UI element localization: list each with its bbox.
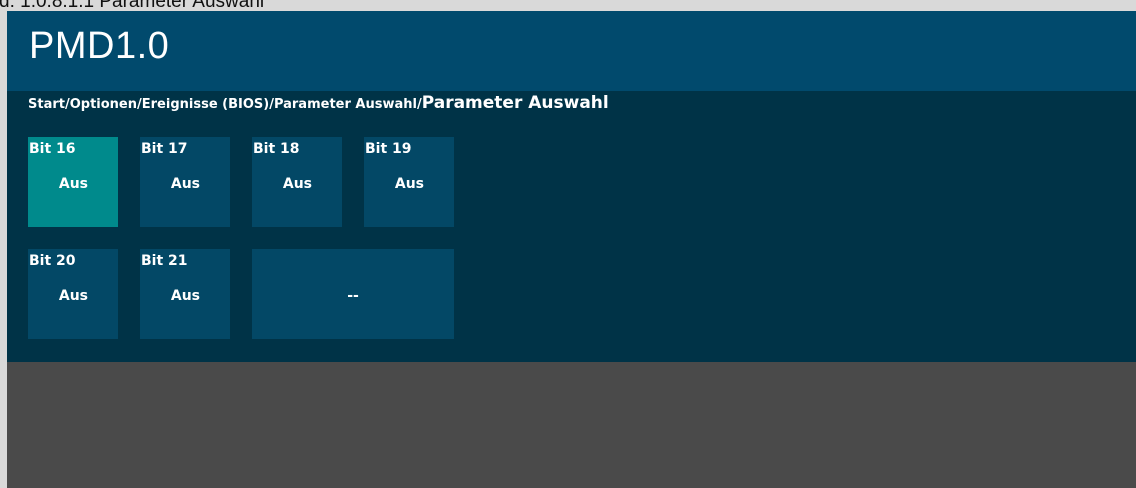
app-title: PMD1.0 [29, 25, 170, 67]
figure-caption: bild: 1.0.8.1.1 Parameter Auswahl [0, 0, 265, 12]
tile-label: Bit 19 [365, 141, 412, 157]
breadcrumb-current: Parameter Auswahl [421, 93, 609, 113]
tile-label: Bit 17 [141, 141, 188, 157]
tile-bit-17[interactable]: Bit 17 Aus [140, 137, 230, 227]
breadcrumb-path[interactable]: Start/Optionen/Ereignisse (BIOS)/Paramet… [28, 97, 422, 112]
tile-bit-16[interactable]: Bit 16 Aus [28, 137, 118, 227]
tile-bit-20[interactable]: Bit 20 Aus [28, 249, 118, 339]
tile-bit-18[interactable]: Bit 18 Aus [252, 137, 342, 227]
tile-bit-19[interactable]: Bit 19 Aus [364, 137, 454, 227]
tile-label: Bit 20 [29, 253, 76, 269]
tile-value: Aus [58, 288, 88, 304]
tile-label: Bit 16 [29, 141, 76, 157]
tile-value: Aus [170, 176, 200, 192]
tile-value: Aus [170, 288, 200, 304]
tile-value: Aus [282, 176, 312, 192]
tile-bit-21[interactable]: Bit 21 Aus [140, 249, 230, 339]
tile-empty[interactable]: -- [252, 249, 454, 339]
tile-label: Bit 21 [141, 253, 188, 269]
main-panel: Start/Optionen/Ereignisse (BIOS)/Paramet… [7, 91, 1136, 362]
bottom-area [7, 362, 1136, 488]
tile-value: Aus [394, 176, 424, 192]
tile-value: -- [347, 288, 359, 304]
app-header: PMD1.0 [7, 11, 1136, 91]
breadcrumb: Start/Optionen/Ereignisse (BIOS)/Paramet… [28, 93, 609, 113]
tile-label: Bit 18 [253, 141, 300, 157]
tile-value: Aus [58, 176, 88, 192]
app-window: PMD1.0 Start/Optionen/Ereignisse (BIOS)/… [7, 11, 1136, 488]
